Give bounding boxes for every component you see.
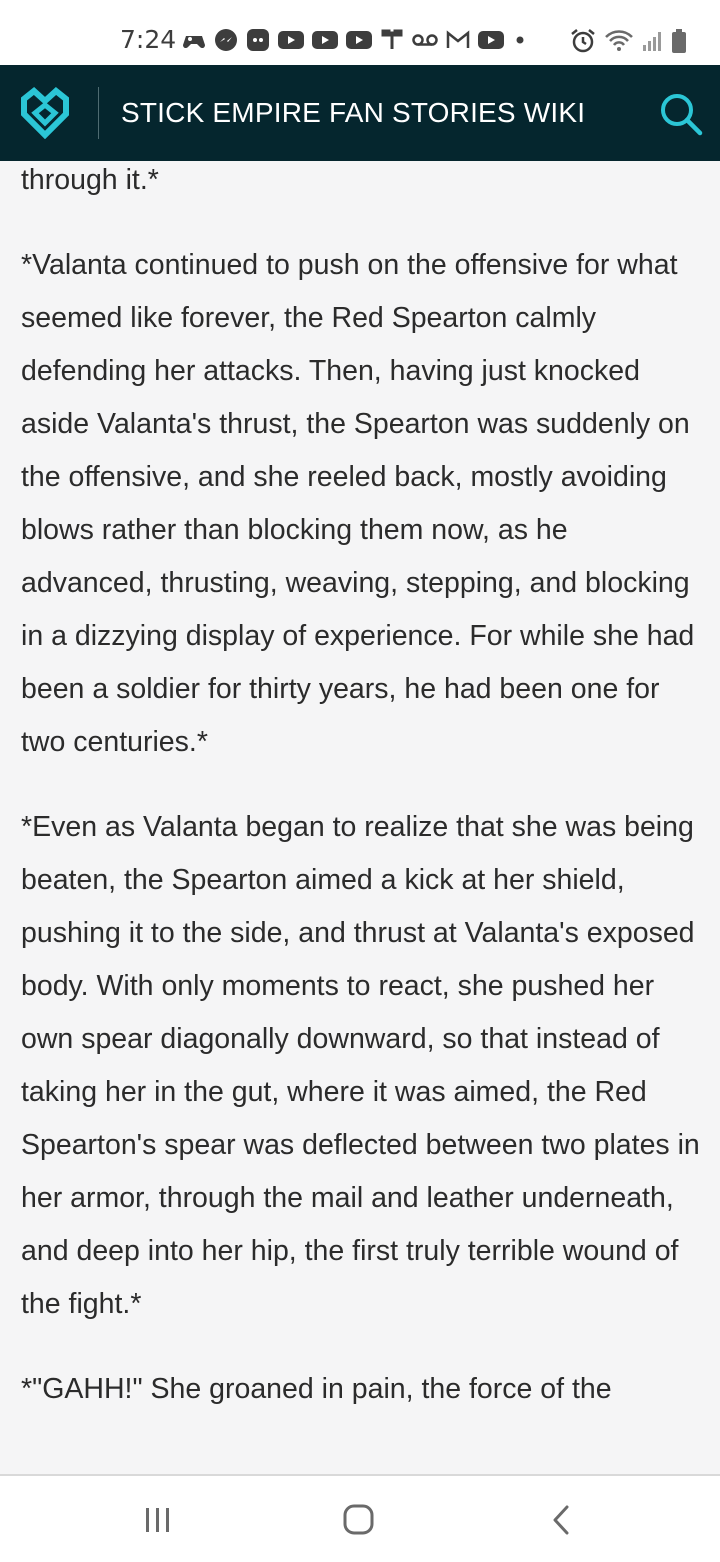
youtube-icon [346, 31, 372, 49]
voicemail-icon [412, 34, 438, 46]
notification-icons [182, 28, 528, 52]
fandom-logo-icon[interactable] [20, 87, 70, 139]
discord-icon [247, 29, 269, 51]
youtube-icon [478, 31, 504, 49]
article-paragraph: through it.* [21, 164, 159, 196]
recent-apps-icon[interactable] [138, 1502, 178, 1538]
home-icon[interactable] [339, 1502, 379, 1538]
system-nav-bar [0, 1474, 720, 1562]
youtube-icon [312, 31, 338, 49]
antenna-icon [381, 29, 403, 49]
search-icon[interactable] [656, 89, 704, 137]
article-body: through it.* *Valanta continued to push … [21, 161, 705, 1474]
status-time: 7:24 [120, 25, 177, 54]
article-paragraph: *Valanta continued to push on the offens… [21, 249, 695, 758]
game-controller-icon [183, 36, 205, 49]
battery-icon [672, 29, 686, 53]
wifi-icon [605, 30, 633, 51]
back-icon[interactable] [541, 1502, 581, 1538]
more-dot-icon [516, 36, 524, 44]
gmail-icon [446, 30, 470, 48]
youtube-icon [278, 31, 304, 49]
system-icons [570, 28, 686, 54]
article-paragraph: *Even as Valanta began to realize that s… [21, 811, 700, 1320]
status-bar: 7:24 [0, 0, 720, 65]
header-divider [98, 87, 99, 139]
article-paragraph: *"GAHH!" She groaned in pain, the force … [21, 1373, 612, 1405]
alarm-icon [571, 29, 595, 53]
app-header: STICK EMPIRE FAN STORIES WIKI [0, 65, 720, 161]
signal-icon [643, 32, 661, 51]
wiki-title[interactable]: STICK EMPIRE FAN STORIES WIKI [121, 95, 585, 131]
messenger-icon [215, 29, 237, 51]
